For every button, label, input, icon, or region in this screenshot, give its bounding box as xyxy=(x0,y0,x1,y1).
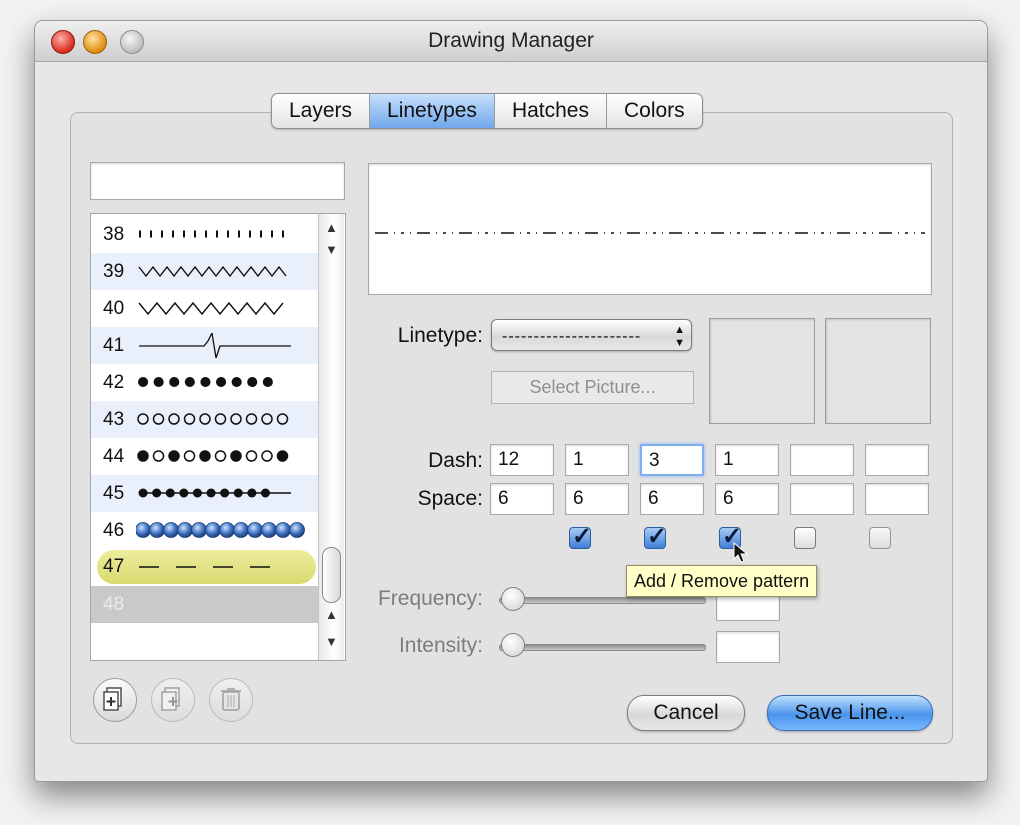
dash-field-2[interactable]: 1 xyxy=(565,444,629,476)
linetype-number: 47 xyxy=(103,556,125,577)
space-field-5[interactable] xyxy=(790,483,854,515)
filled-dots-pattern xyxy=(138,377,288,387)
frequency-slider-knob[interactable] xyxy=(501,587,525,611)
list-item[interactable]: 46 xyxy=(91,512,318,549)
list-item-selected[interactable]: 48 xyxy=(91,586,318,623)
linetype-number: 44 xyxy=(103,446,125,467)
dash-field-6[interactable] xyxy=(865,444,929,476)
zigzag-dense-pattern xyxy=(138,265,287,278)
search-field[interactable] xyxy=(90,162,345,200)
list-item[interactable]: 44 xyxy=(91,438,318,475)
pattern-checkbox-4[interactable] xyxy=(794,527,816,549)
list-item-highlighted[interactable]: 47 xyxy=(97,550,316,584)
dash-field-5[interactable] xyxy=(790,444,854,476)
list-item[interactable]: 43 xyxy=(91,401,318,438)
popup-arrows-icon: ▲ ▼ xyxy=(674,324,685,349)
list-item[interactable]: 42 xyxy=(91,364,318,401)
add-linetype-button[interactable] xyxy=(93,678,137,722)
linetype-label: Linetype: xyxy=(397,324,483,347)
linetype-number: 38 xyxy=(103,224,125,245)
dash-field-1[interactable]: 12 xyxy=(490,444,554,476)
select-picture-button[interactable]: Select Picture... xyxy=(491,371,694,404)
mouse-cursor-icon xyxy=(733,542,749,563)
linetype-number: 43 xyxy=(103,409,125,430)
blue-beads-pattern xyxy=(136,522,305,538)
pattern-checkbox-2[interactable]: ✓ xyxy=(644,523,667,550)
linetype-preview xyxy=(368,163,932,295)
tab-bar: Layers Linetypes Hatches Colors xyxy=(271,93,703,129)
preview-line xyxy=(375,232,925,234)
scroll-thumb[interactable] xyxy=(322,547,341,603)
picture-well-2[interactable] xyxy=(825,318,931,424)
pattern-checkbox-5[interactable] xyxy=(869,527,891,549)
list-item[interactable]: 38 xyxy=(91,216,318,253)
frequency-slider-track[interactable] xyxy=(499,597,706,604)
space-field-3[interactable]: 6 xyxy=(640,483,704,515)
duplicate-linetype-button[interactable] xyxy=(151,678,195,722)
long-dash-pattern xyxy=(139,566,286,568)
save-line-button[interactable]: Save Line... xyxy=(767,695,933,731)
tab-linetypes[interactable]: Linetypes xyxy=(370,94,495,128)
linetype-popup[interactable]: ---------------------- ▲ ▼ xyxy=(491,319,692,351)
list-item[interactable]: 41 xyxy=(91,327,318,364)
picture-well-1[interactable] xyxy=(709,318,815,424)
space-field-1[interactable]: 6 xyxy=(490,483,554,515)
linetype-number: 40 xyxy=(103,298,125,319)
dotted-fine-pattern xyxy=(139,230,286,238)
tab-layers[interactable]: Layers xyxy=(272,94,371,128)
tab-colors[interactable]: Colors xyxy=(607,94,702,128)
list-item[interactable]: 39 xyxy=(91,253,318,290)
checkmark-icon: ✓ xyxy=(647,523,668,550)
linetype-number: 39 xyxy=(103,261,125,282)
tab-content-panel: 38 39 40 41 42 43 44 45 46 47 48 ▲ ▼ ▲ ▼… xyxy=(70,112,953,744)
add-linetype-icon xyxy=(103,687,122,711)
dash-label: Dash: xyxy=(428,449,483,472)
zigzag-pattern xyxy=(138,301,284,316)
pattern-tooltip: Add / Remove pattern xyxy=(626,565,818,597)
scroll-up-arrow-bottom[interactable]: ▲ xyxy=(325,607,338,622)
delete-linetype-icon xyxy=(221,688,241,711)
linetype-list[interactable]: 38 39 40 41 42 43 44 45 46 47 48 ▲ ▼ ▲ ▼ xyxy=(90,213,346,661)
minimize-button[interactable] xyxy=(83,30,107,54)
scroll-down-arrow-bottom[interactable]: ▼ xyxy=(325,634,338,649)
dots-on-line-pattern xyxy=(138,488,291,498)
linetype-number: 45 xyxy=(103,483,125,504)
cancel-button[interactable]: Cancel xyxy=(627,695,745,731)
drawing-manager-window: Drawing Manager 38 39 40 41 42 43 44 45 … xyxy=(34,20,988,782)
list-item[interactable]: 40 xyxy=(91,290,318,327)
linetype-popup-value: ---------------------- xyxy=(502,328,642,345)
space-label: Space: xyxy=(417,487,483,510)
close-button[interactable] xyxy=(51,30,75,54)
linetype-number: 41 xyxy=(103,335,125,356)
list-item[interactable]: 45 xyxy=(91,475,318,512)
space-field-4[interactable]: 6 xyxy=(715,483,779,515)
scroll-up-arrow[interactable]: ▲ xyxy=(325,220,338,235)
tab-hatches[interactable]: Hatches xyxy=(495,94,607,128)
intensity-slider-track[interactable] xyxy=(499,644,706,651)
pulse-pattern xyxy=(139,333,291,358)
delete-linetype-button[interactable] xyxy=(209,678,253,722)
linetype-number: 48 xyxy=(103,594,125,615)
duplicate-linetype-icon xyxy=(161,687,180,711)
scroll-down-arrow[interactable]: ▼ xyxy=(325,242,338,257)
frequency-label: Frequency: xyxy=(377,587,483,610)
intensity-field[interactable] xyxy=(716,631,780,663)
linetype-number: 46 xyxy=(103,520,125,541)
dash-field-4[interactable]: 1 xyxy=(715,444,779,476)
space-field-6[interactable] xyxy=(865,483,929,515)
intensity-label: Intensity: xyxy=(398,634,483,657)
dash-field-3[interactable]: 3 xyxy=(640,444,704,476)
linetype-number: 42 xyxy=(103,372,125,393)
zoom-button[interactable] xyxy=(120,30,144,54)
pattern-checkbox-1[interactable]: ✓ xyxy=(569,523,592,550)
window-title: Drawing Manager xyxy=(428,29,594,52)
space-field-2[interactable]: 6 xyxy=(565,483,629,515)
checkmark-icon: ✓ xyxy=(572,523,593,550)
hollow-dots-pattern xyxy=(137,413,289,425)
alternating-dots-pattern xyxy=(137,450,289,462)
intensity-slider-knob[interactable] xyxy=(501,633,525,657)
